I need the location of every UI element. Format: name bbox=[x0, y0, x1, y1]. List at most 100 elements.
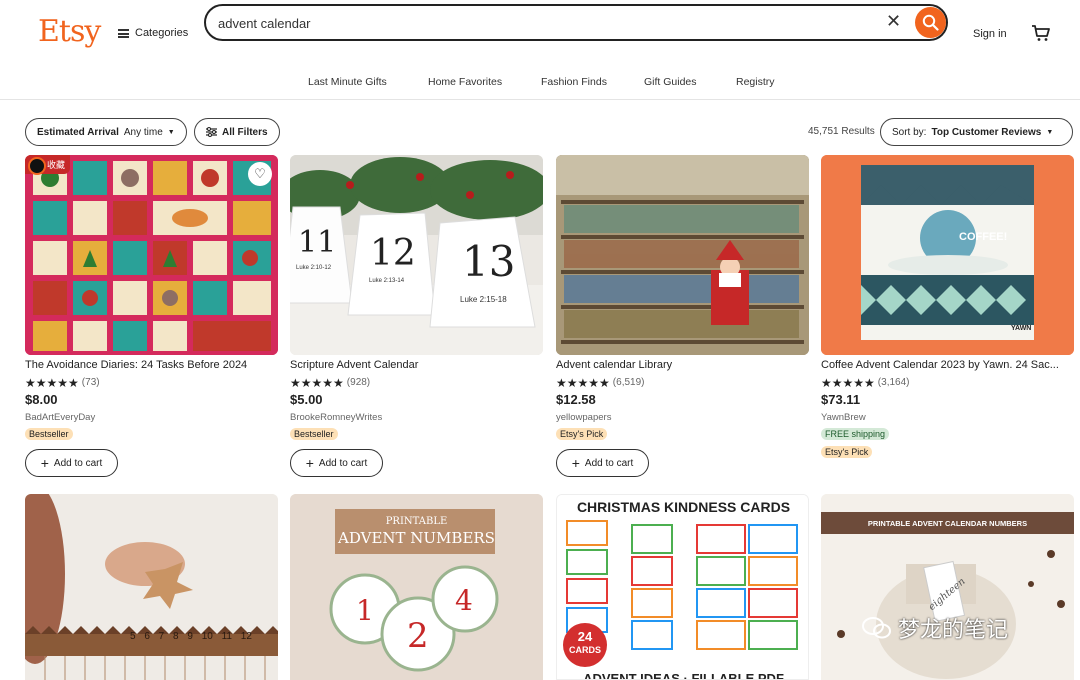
card-number: 12 bbox=[370, 233, 416, 274]
etsy-logo[interactable]: Etsy bbox=[38, 14, 101, 49]
rating: ★★★★★ (73) bbox=[25, 375, 278, 390]
rating: ★★★★★ (3,164) bbox=[821, 375, 1074, 390]
tag-number: 2 bbox=[407, 616, 429, 656]
bestseller-badge: Bestseller bbox=[25, 428, 73, 440]
add-to-cart-label: Add to cart bbox=[584, 457, 634, 469]
all-filters-label: All Filters bbox=[222, 126, 268, 138]
listing-image[interactable]: PRINTABLE ADVENT CALENDAR NUMBERS eighte… bbox=[821, 494, 1074, 680]
listing-card[interactable]: 收藏 ♡ The Avoidance Diaries: 24 Tasks Bef… bbox=[25, 155, 278, 477]
listing-title[interactable]: Scripture Advent Calendar bbox=[290, 359, 543, 373]
price: $12.58 bbox=[556, 392, 596, 407]
stars-icon: ★★★★★ bbox=[290, 375, 344, 390]
sign-in-link[interactable]: Sign in bbox=[973, 28, 1007, 40]
nav-last-minute-gifts[interactable]: Last Minute Gifts bbox=[308, 76, 387, 88]
search-bar: ✕ bbox=[204, 4, 948, 41]
price: $73.11 bbox=[821, 392, 861, 407]
listing-card[interactable]: 11 12 13 Luke 2:10-12 Luke 2:13-14 Luke … bbox=[290, 155, 543, 477]
listing-card[interactable]: Advent calendar Library ★★★★★ (6,519) $1… bbox=[556, 155, 809, 477]
plus-icon: + bbox=[305, 455, 314, 471]
stars-icon: ★★★★★ bbox=[821, 375, 875, 390]
shop-name[interactable]: YawnBrew bbox=[821, 412, 1074, 424]
price: $8.00 bbox=[25, 392, 58, 407]
verse-label: Luke 2:10-12 bbox=[296, 265, 332, 271]
listing-image[interactable]: COFFEE! YAWN bbox=[821, 155, 1074, 355]
listing-image[interactable]: 5 6 7 8 9 10 11 12 bbox=[25, 494, 278, 680]
add-to-cart-button[interactable]: + Add to cart bbox=[290, 449, 383, 477]
card-number: 13 bbox=[462, 237, 516, 286]
add-to-cart-label: Add to cart bbox=[318, 457, 368, 469]
kindness-cards-heading: CHRISTMAS KINDNESS CARDS bbox=[576, 499, 791, 515]
listing-image[interactable]: CHRISTMAS KINDNESS CARDS 24 CARDS ADVENT… bbox=[556, 494, 809, 680]
estimated-arrival-dropdown[interactable]: Estimated Arrival Any time ▼ bbox=[25, 118, 187, 146]
listing-image[interactable]: 11 12 13 Luke 2:10-12 Luke 2:13-14 Luke … bbox=[290, 155, 543, 355]
listing-title[interactable]: Advent calendar Library bbox=[556, 359, 809, 373]
nav-home-favorites[interactable]: Home Favorites bbox=[428, 76, 502, 88]
tag-number: 1 bbox=[356, 594, 374, 627]
nav-fashion-finds[interactable]: Fashion Finds bbox=[541, 76, 607, 88]
add-to-cart-button[interactable]: + Add to cart bbox=[556, 449, 649, 477]
categories-label: Categories bbox=[135, 27, 189, 39]
verse-label: Luke 2:13-14 bbox=[369, 278, 405, 284]
caret-down-icon: ▼ bbox=[167, 128, 175, 136]
sort-value: Top Customer Reviews bbox=[931, 126, 1042, 138]
cards-count-number: 24 bbox=[577, 629, 593, 644]
search-icon bbox=[922, 14, 939, 31]
stars-icon: ★★★★★ bbox=[556, 375, 610, 390]
listing-card[interactable]: COFFEE! YAWN Coffee Advent Calendar 2023… bbox=[821, 155, 1074, 460]
plus-icon: + bbox=[571, 455, 580, 471]
shop-name[interactable]: yellowpapers bbox=[556, 412, 809, 424]
sort-label: Sort by: bbox=[892, 126, 927, 138]
filter-sliders-icon bbox=[206, 127, 217, 137]
kindness-cards-footer: ADVENT IDEAS · FILLABLE PDF bbox=[583, 671, 784, 680]
search-input[interactable] bbox=[218, 12, 858, 34]
heart-icon[interactable]: ♡ bbox=[248, 162, 272, 186]
ruler-numbers: 5 6 7 8 9 10 11 12 bbox=[130, 631, 252, 642]
arrival-label: Estimated Arrival bbox=[37, 126, 119, 138]
listing-image[interactable] bbox=[556, 155, 809, 355]
all-filters-button[interactable]: All Filters bbox=[194, 118, 280, 146]
clear-icon[interactable]: ✕ bbox=[886, 11, 901, 32]
categories-button[interactable]: Categories bbox=[118, 27, 188, 39]
search-button[interactable] bbox=[915, 7, 946, 38]
free-shipping-badge: FREE shipping bbox=[821, 428, 890, 440]
nav-gift-guides[interactable]: Gift Guides bbox=[644, 76, 697, 88]
review-count: (3,164) bbox=[877, 377, 910, 388]
listing-card[interactable]: PRINTABLE ADVENT CALENDAR NUMBERS eighte… bbox=[821, 494, 1074, 680]
tag-number: 4 bbox=[455, 584, 473, 617]
card-number: 11 bbox=[298, 225, 337, 260]
rating: ★★★★★ (6,519) bbox=[556, 375, 809, 390]
listing-title[interactable]: The Avoidance Diaries: 24 Tasks Before 2… bbox=[25, 359, 278, 373]
listing-card[interactable]: 5 6 7 8 9 10 11 12 bbox=[25, 494, 278, 680]
cart-icon[interactable] bbox=[1031, 24, 1051, 47]
library-illustration bbox=[556, 155, 809, 355]
listing-image[interactable]: 收藏 ♡ bbox=[25, 155, 278, 355]
price: $5.00 bbox=[290, 392, 323, 407]
watermark-text: 梦龙的笔记 bbox=[898, 618, 1009, 643]
listing-card[interactable]: PRINTABLE ADVENT NUMBERS 1 2 4 bbox=[290, 494, 543, 680]
plus-icon: + bbox=[40, 455, 49, 471]
wooden-advent-ruler-illustration bbox=[25, 494, 278, 680]
coffee-calendar-illustration bbox=[821, 155, 1074, 355]
logo-badge-icon bbox=[28, 157, 46, 175]
listing-title[interactable]: Coffee Advent Calendar 2023 by Yawn. 24 … bbox=[821, 359, 1074, 373]
results-count: 45,751 Results bbox=[808, 126, 875, 137]
wechat-icon bbox=[862, 617, 891, 639]
stamp-calendar-illustration bbox=[25, 155, 278, 355]
printable-label: PRINTABLE bbox=[385, 516, 448, 527]
printable-numbers-heading: PRINTABLE ADVENT CALENDAR NUMBERS bbox=[867, 519, 1028, 528]
arrival-value: Any time bbox=[123, 126, 163, 138]
listing-image[interactable]: PRINTABLE ADVENT NUMBERS 1 2 4 bbox=[290, 494, 543, 680]
bestseller-badge: Bestseller bbox=[290, 428, 338, 440]
etsys-pick-badge: Etsy's Pick bbox=[821, 446, 873, 458]
listing-card[interactable]: CHRISTMAS KINDNESS CARDS 24 CARDS ADVENT… bbox=[556, 494, 809, 680]
stars-icon: ★★★★★ bbox=[25, 375, 79, 390]
nav-registry[interactable]: Registry bbox=[736, 76, 775, 88]
add-to-cart-button[interactable]: + Add to cart bbox=[25, 449, 118, 477]
shop-name[interactable]: BrookeRomneyWrites bbox=[290, 412, 543, 424]
review-count: (6,519) bbox=[612, 377, 645, 388]
menu-icon bbox=[118, 28, 129, 38]
sort-dropdown[interactable]: Sort by: Top Customer Reviews ▼ bbox=[880, 118, 1073, 146]
advent-numbers-heading: ADVENT NUMBERS bbox=[338, 529, 495, 547]
shop-name[interactable]: BadArtEveryDay bbox=[25, 412, 278, 424]
yawn-brand-text: YAWN bbox=[1011, 325, 1032, 332]
